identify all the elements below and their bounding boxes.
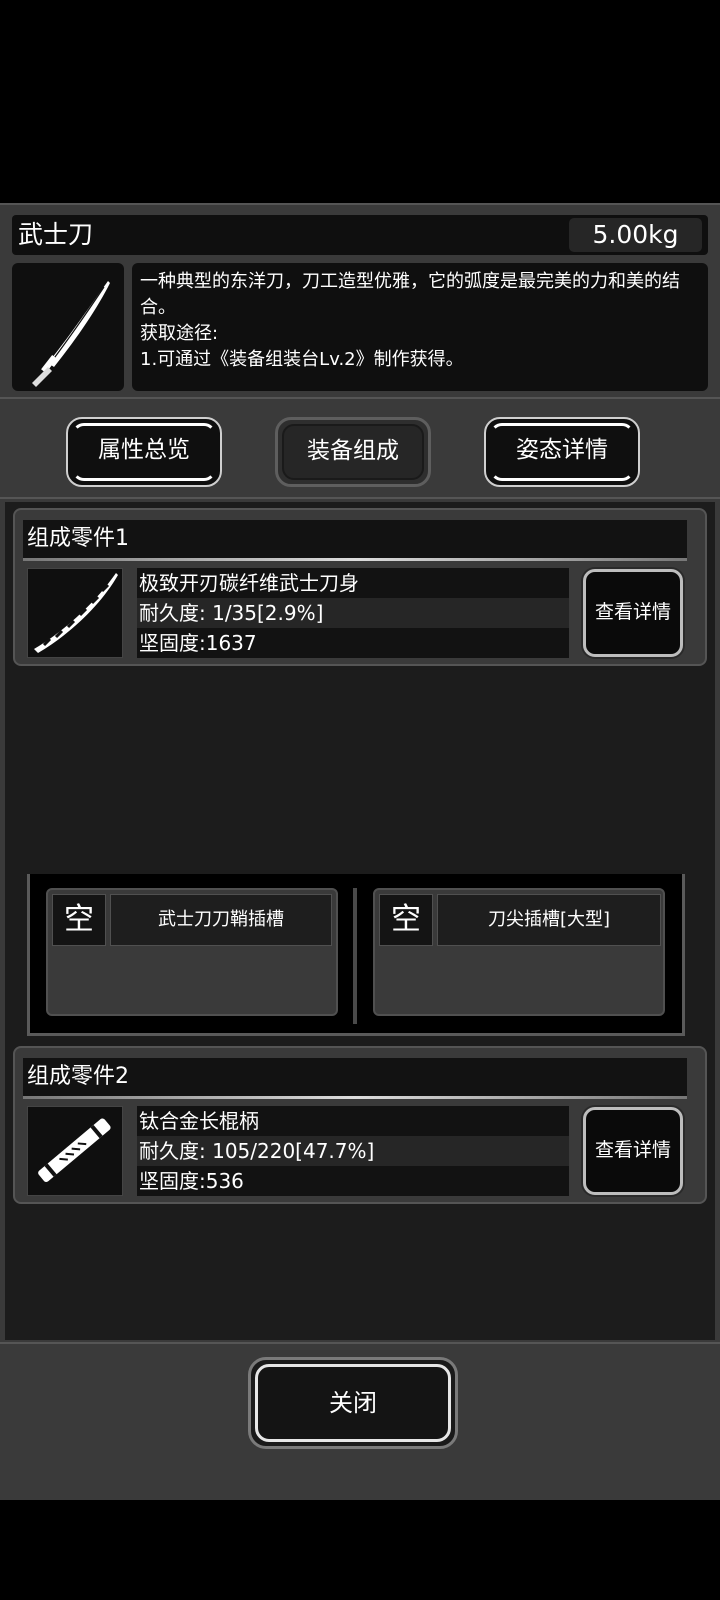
part-hardness: 坚固度:536 (137, 1166, 569, 1196)
item-description-box: 一种典型的东洋刀，刀工造型优雅，它的弧度是最完美的力和美的结合。 获取途径: 1… (132, 263, 708, 391)
slot-separator (353, 888, 357, 1024)
composition-content[interactable]: 组成零件1 极致开刃碳纤维武士刀身 耐久度: 1/35[2.9%] 坚固度:16… (5, 502, 715, 1340)
part-header: 组成零件2 (23, 1058, 687, 1096)
item-weight: 5.00kg (569, 218, 702, 252)
slot-blade-tip[interactable]: 空 刀尖插槽[大型] (373, 888, 665, 1016)
part-name: 极致开刃碳纤维武士刀身 (137, 568, 569, 598)
divider (0, 497, 720, 499)
tab-label: 姿态详情 (516, 437, 608, 463)
close-button[interactable]: 关闭 (248, 1357, 458, 1449)
tab-label: 装备组成 (307, 438, 399, 464)
item-description: 一种典型的东洋刀，刀工造型优雅，它的弧度是最完美的力和美的结合。 获取途径: 1… (140, 271, 680, 370)
close-button-label: 关闭 (255, 1364, 451, 1442)
katana-icon (12, 263, 124, 391)
tab-equipment-composition[interactable]: 装备组成 (275, 417, 431, 487)
part-header-underline (23, 1096, 687, 1099)
part-name: 钛合金长棍柄 (137, 1106, 569, 1136)
view-details-button[interactable]: 查看详情 (583, 1107, 683, 1195)
part-header-label: 组成零件2 (27, 1064, 129, 1089)
slot-name: 武士刀刀鞘插槽 (110, 894, 332, 946)
slot-name: 刀尖插槽[大型] (437, 894, 661, 946)
part-card-2: 组成零件2 钛合金长棍柄 耐久度: 105/220[47.7%] 坚固度:536… (13, 1046, 707, 1204)
blade-icon (27, 568, 123, 658)
slot-area: 空 武士刀刀鞘插槽 空 刀尖插槽[大型] (27, 874, 685, 1036)
slot-status: 空 (379, 894, 433, 946)
tab-attribute-overview[interactable]: 属性总览 (66, 417, 222, 487)
slot-status: 空 (52, 894, 106, 946)
view-details-button[interactable]: 查看详情 (583, 569, 683, 657)
divider (0, 1342, 720, 1344)
tab-label: 属性总览 (98, 437, 190, 463)
item-title-bar: 武士刀 5.00kg (12, 215, 708, 255)
part-hardness: 坚固度:1637 (137, 628, 569, 658)
part-header-label: 组成零件1 (27, 526, 129, 551)
item-detail-panel: 武士刀 5.00kg 一种典型的东洋刀，刀工造型优雅，它的弧度是最完美的力和美的… (0, 203, 720, 1500)
part-durability: 耐久度: 105/220[47.7%] (137, 1136, 569, 1166)
part-card-1: 组成零件1 极致开刃碳纤维武士刀身 耐久度: 1/35[2.9%] 坚固度:16… (13, 508, 707, 666)
part-durability: 耐久度: 1/35[2.9%] (137, 598, 569, 628)
part-header: 组成零件1 (23, 520, 687, 558)
slot-scabbard[interactable]: 空 武士刀刀鞘插槽 (46, 888, 338, 1016)
tab-stance-details[interactable]: 姿态详情 (484, 417, 640, 487)
part-header-underline (23, 558, 687, 561)
divider (0, 397, 720, 399)
item-name: 武士刀 (18, 220, 94, 249)
handle-icon (27, 1106, 123, 1196)
